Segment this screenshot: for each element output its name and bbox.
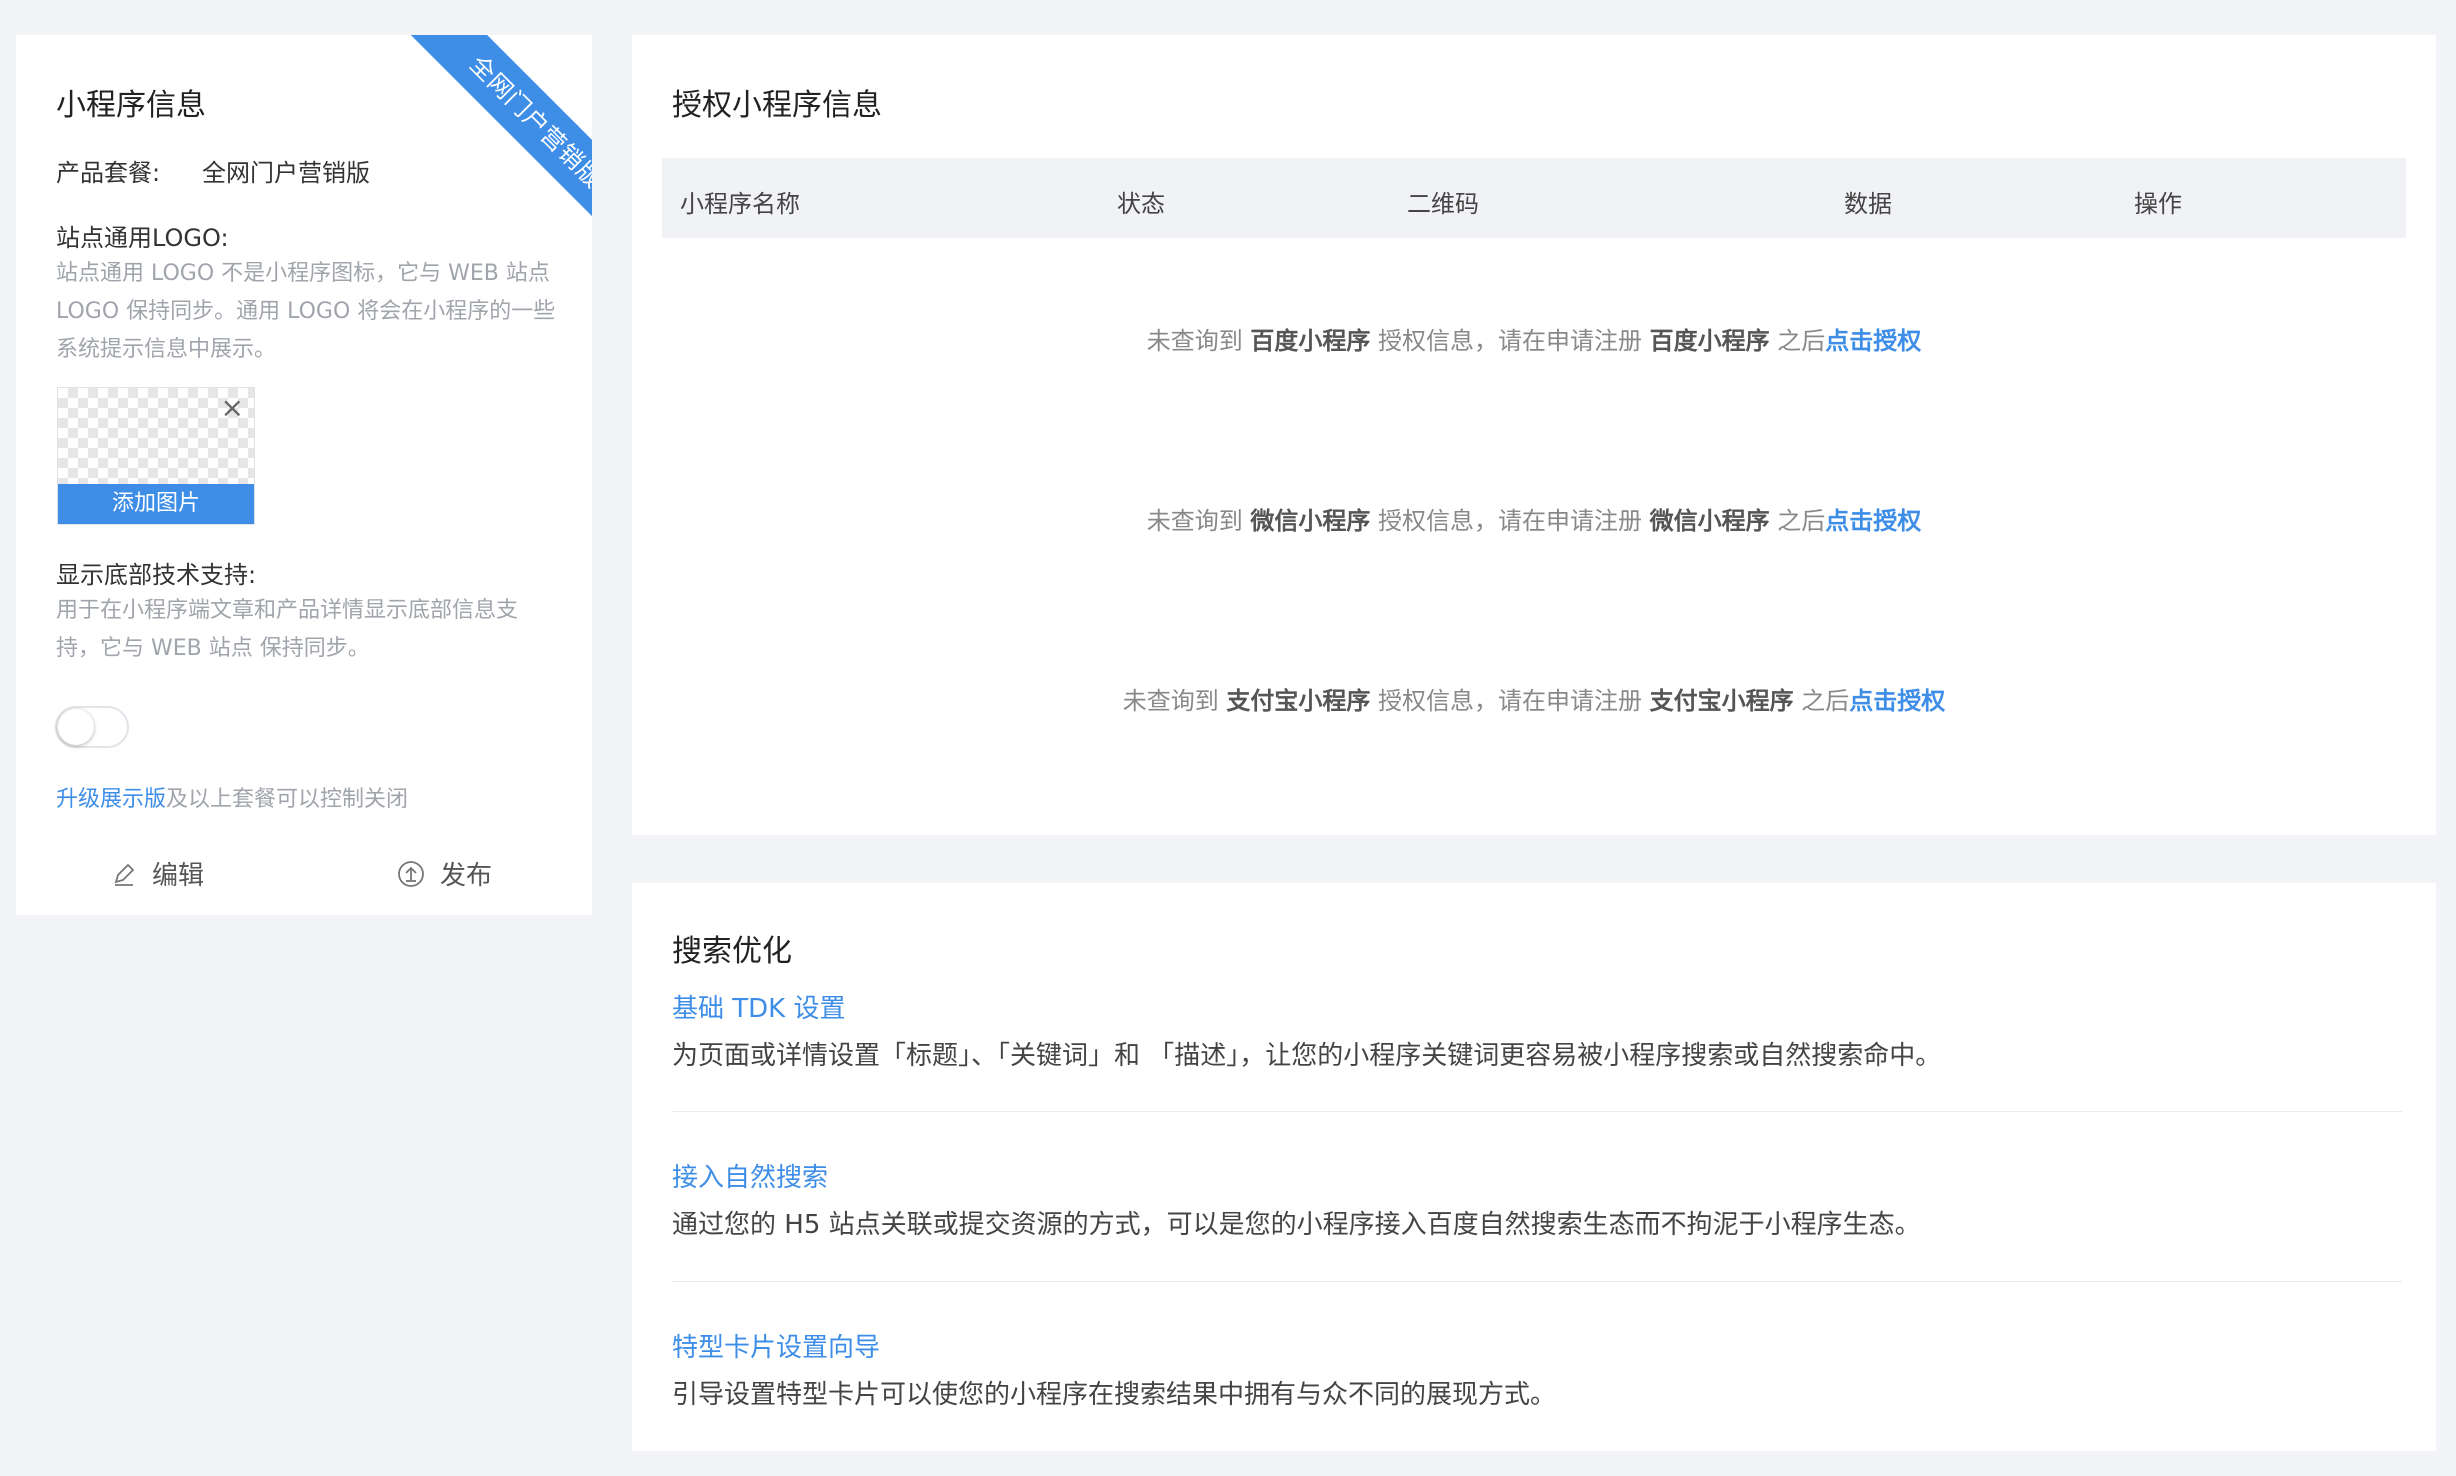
footer-support-label: 显示底部技术支持: xyxy=(56,561,257,589)
edit-label: 编辑 xyxy=(152,861,205,891)
authorize-link-alipay[interactable]: 点击授权 xyxy=(1849,687,1945,715)
baidu-empty-row: 未查询到 百度小程序 授权信息，请在申请注册 百度小程序 之后点击授权 xyxy=(632,321,2436,356)
row-text: 授权信息，请在申请注册 xyxy=(1370,327,1650,355)
logo-help-text: 站点通用 LOGO 不是小程序图标，它与 WEB 站点 LOGO 保持同步。通用… xyxy=(56,261,556,362)
search-optimization-panel: 搜索优化 基础 TDK 设置 为页面或详情设置「标题」、「关键词」和 「描述」，… xyxy=(632,883,2436,1451)
alipay-empty-row: 未查询到 支付宝小程序 授权信息，请在申请注册 支付宝小程序 之后点击授权 xyxy=(632,681,2436,716)
column-header: 操作 xyxy=(2134,190,2182,218)
publish-label: 发布 xyxy=(440,861,493,891)
special-card-desc: 引导设置特型卡片可以使您的小程序在搜索结果中拥有与众不同的展现方式。 xyxy=(672,1380,1557,1410)
upgrade-note: 升级展示版及以上套餐可以控制关闭 xyxy=(56,781,408,813)
natural-search-link[interactable]: 接入自然搜索 xyxy=(672,1157,2402,1194)
package-ribbon: 全网门户营销版 xyxy=(382,35,592,276)
package-value: 全网门户营销版 xyxy=(202,159,370,187)
footer-support-help: 用于在小程序端文章和产品详情显示底部信息支持，它与 WEB 站点 保持同步。 xyxy=(56,598,519,661)
divider xyxy=(672,1281,2402,1282)
platform-name: 百度小程序 xyxy=(1649,327,1770,355)
edit-icon xyxy=(114,863,135,886)
special-card-link[interactable]: 特型卡片设置向导 xyxy=(672,1327,2402,1364)
seo-item-natural-search: 接入自然搜索 通过您的 H5 站点关联或提交资源的方式，可以是您的小程序接入百度… xyxy=(672,1157,2402,1241)
row-text: 授权信息，请在申请注册 xyxy=(1370,687,1650,715)
divider xyxy=(672,1111,2402,1112)
column-header: 数据 xyxy=(1844,190,1892,218)
column-header: 小程序名称 xyxy=(680,190,800,218)
wechat-empty-row: 未查询到 微信小程序 授权信息，请在申请注册 微信小程序 之后点击授权 xyxy=(632,501,2436,536)
logo-label: 站点通用LOGO: xyxy=(56,224,229,252)
edit-button[interactable]: 编辑 xyxy=(110,855,204,892)
platform-name: 微信小程序 xyxy=(1649,507,1770,535)
seo-panel-title: 搜索优化 xyxy=(672,934,792,969)
column-header: 二维码 xyxy=(1407,190,1479,218)
auth-panel-title: 授权小程序信息 xyxy=(672,88,882,123)
row-text: 未查询到 xyxy=(1122,687,1227,715)
table-header: 小程序名称 状态 二维码 数据 操作 xyxy=(662,158,2406,238)
panel-title: 小程序信息 xyxy=(56,88,206,123)
seo-item-tdk: 基础 TDK 设置 为页面或详情设置「标题」、「关键词」和 「描述」，让您的小程… xyxy=(672,988,2402,1072)
platform-name: 支付宝小程序 xyxy=(1226,687,1371,715)
authorize-link-wechat[interactable]: 点击授权 xyxy=(1825,507,1921,535)
toggle-knob xyxy=(58,709,94,745)
upgrade-note-text: 及以上套餐可以控制关闭 xyxy=(166,787,409,812)
footer-support-toggle[interactable] xyxy=(55,706,129,748)
platform-name: 支付宝小程序 xyxy=(1649,687,1794,715)
publish-icon xyxy=(398,860,424,887)
platform-name: 百度小程序 xyxy=(1250,327,1371,355)
platform-name: 微信小程序 xyxy=(1250,507,1371,535)
column-header: 状态 xyxy=(1117,190,1165,218)
authorize-link-baidu[interactable]: 点击授权 xyxy=(1825,327,1921,355)
row-text: 之后 xyxy=(1793,687,1850,715)
publish-button[interactable]: 发布 xyxy=(396,855,492,892)
row-text: 之后 xyxy=(1769,327,1826,355)
seo-item-special-card: 特型卡片设置向导 引导设置特型卡片可以使您的小程序在搜索结果中拥有与众不同的展现… xyxy=(672,1327,2402,1411)
miniprogram-info-panel: 全网门户营销版 小程序信息 产品套餐: 全网门户营销版 站点通用LOGO: 站点… xyxy=(16,35,592,915)
row-text: 之后 xyxy=(1769,507,1826,535)
tdk-settings-link[interactable]: 基础 TDK 设置 xyxy=(672,988,2402,1025)
tdk-settings-desc: 为页面或详情设置「标题」、「关键词」和 「描述」，让您的小程序关键词更容易被小程… xyxy=(672,1041,1942,1071)
close-icon[interactable]: × xyxy=(221,394,244,422)
row-text: 未查询到 xyxy=(1146,327,1251,355)
row-text: 授权信息，请在申请注册 xyxy=(1370,507,1650,535)
add-image-button[interactable]: 添加图片 xyxy=(58,484,254,524)
row-text: 未查询到 xyxy=(1146,507,1251,535)
authorized-miniprogram-panel: 授权小程序信息 小程序名称 状态 二维码 数据 操作 未查询到 百度小程序 授权… xyxy=(632,35,2436,835)
logo-upload-box: × 添加图片 xyxy=(57,387,255,525)
upgrade-link[interactable]: 升级展示版 xyxy=(56,787,166,812)
package-label: 产品套餐: xyxy=(56,159,161,187)
natural-search-desc: 通过您的 H5 站点关联或提交资源的方式，可以是您的小程序接入百度自然搜索生态而… xyxy=(672,1210,1921,1240)
